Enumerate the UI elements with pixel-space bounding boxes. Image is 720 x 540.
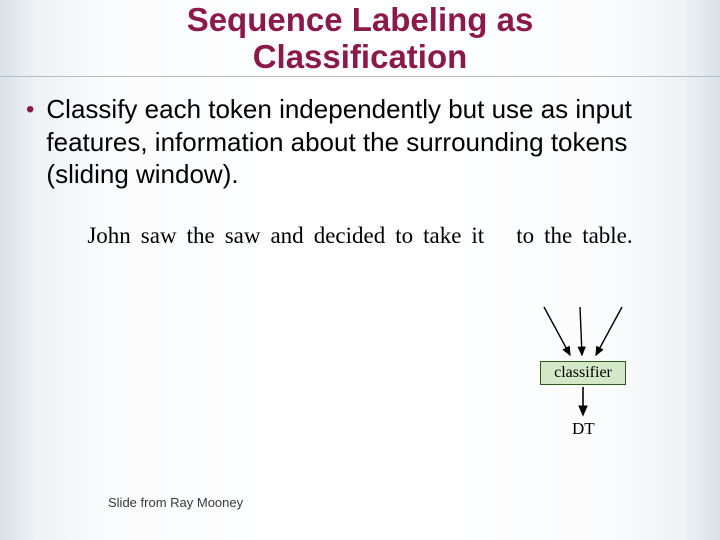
token: saw: [141, 223, 177, 249]
token: saw: [225, 223, 261, 249]
token: the: [544, 223, 572, 249]
bullet-marker: •: [26, 93, 34, 125]
token: it: [471, 223, 484, 249]
slide-body: • Classify each token independently but …: [0, 77, 720, 540]
token: to: [516, 223, 534, 249]
classifier-diagram: classifier DT: [0, 295, 720, 495]
bullet-item: • Classify each token independently but …: [26, 93, 694, 191]
token: the: [187, 223, 215, 249]
example-sentence: John saw the saw and decided to take it …: [26, 223, 694, 249]
bullet-text: Classify each token independently but us…: [46, 93, 694, 191]
classifier-label: classifier: [554, 364, 612, 382]
slide-credit: Slide from Ray Mooney: [108, 495, 243, 510]
token: John: [87, 223, 130, 249]
arrows-svg: [0, 295, 720, 495]
classifier-box: classifier: [540, 361, 626, 385]
token: to: [395, 223, 413, 249]
title-line-2: Classification: [253, 38, 468, 75]
slide-title: Sequence Labeling as Classification: [0, 0, 720, 77]
token: table.: [582, 223, 632, 249]
token: decided: [314, 223, 386, 249]
slide: Sequence Labeling as Classification • Cl…: [0, 0, 720, 540]
token: take: [423, 223, 461, 249]
token: and: [270, 223, 303, 249]
title-line-1: Sequence Labeling as: [187, 1, 534, 38]
classifier-output: DT: [572, 419, 595, 439]
